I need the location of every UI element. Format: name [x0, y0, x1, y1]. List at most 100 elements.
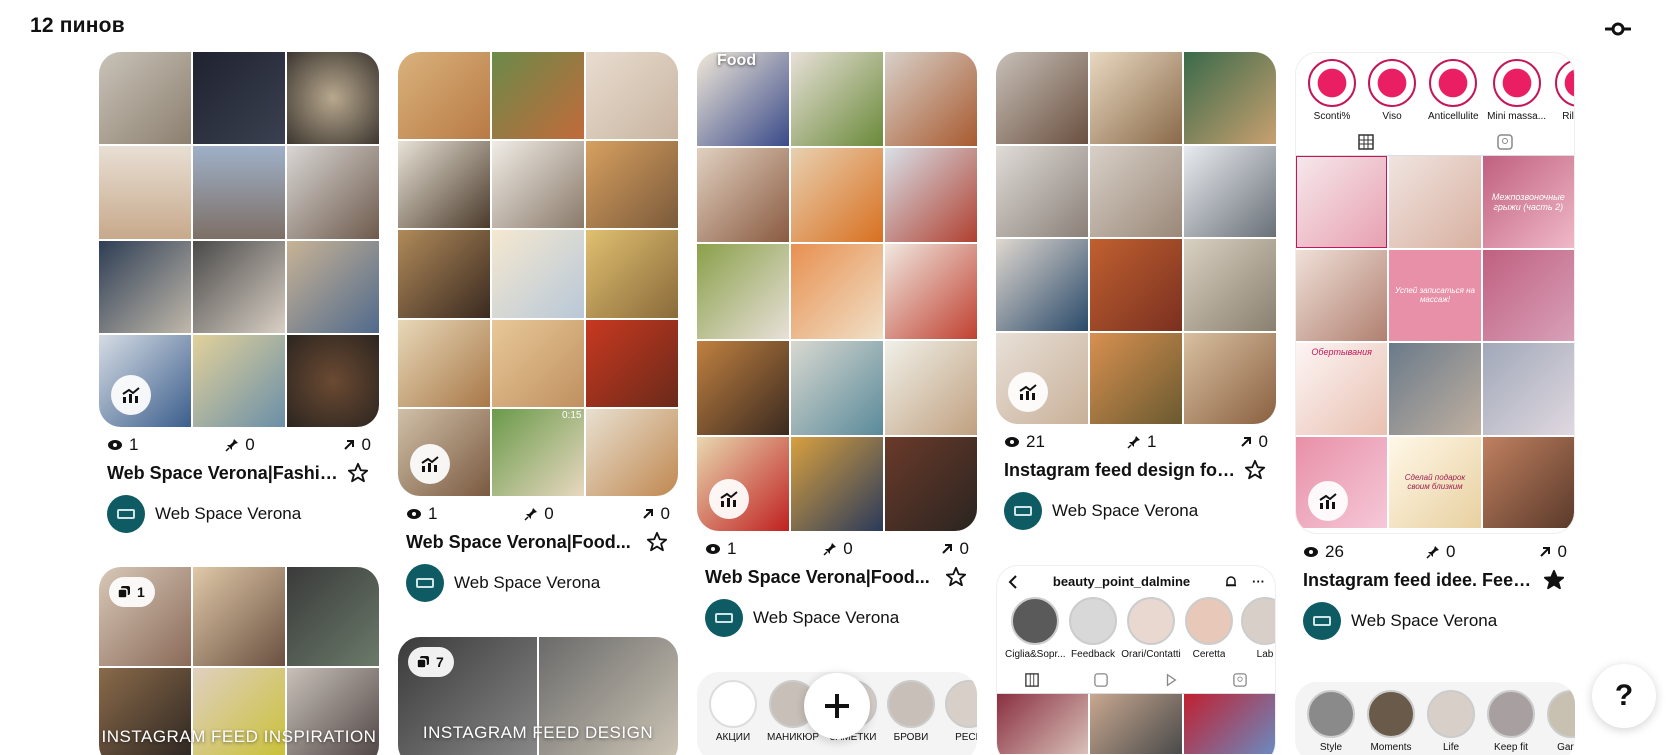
pin-stats: 21 1 0: [996, 424, 1276, 452]
highlight-label: Sconti%: [1313, 111, 1351, 122]
star-icon: [347, 462, 369, 483]
highlight-label: Keep fit: [1494, 742, 1528, 753]
pin-icon: [823, 543, 837, 556]
views-count: 1: [129, 435, 139, 454]
board-count-badge: 7: [408, 647, 454, 677]
saves-count: 1: [1146, 432, 1157, 451]
avatar[interactable]: [1004, 492, 1042, 530]
eye-icon: [1304, 547, 1318, 557]
star-icon: [646, 531, 668, 552]
pin-card-6[interactable]: 1 INSTAGRAM FEED INSPIRATION: [99, 567, 379, 755]
pin-icon: [225, 439, 239, 452]
question-mark-icon: ?: [1614, 679, 1634, 712]
owner-name[interactable]: Web Space Verona: [1052, 501, 1198, 521]
highlight-label: АКЦИИ: [715, 732, 751, 743]
pin-icon: [524, 508, 538, 521]
post-caption: Обертывания: [1311, 347, 1372, 357]
pin-card-7[interactable]: 7 INSTAGRAM FEED DESIGN: [398, 637, 678, 755]
owner-name[interactable]: Web Space Verona: [1351, 611, 1497, 631]
eye-icon: [1005, 437, 1019, 447]
pin-card-10[interactable]: Style Moments Life Keep fit Garda: [1295, 682, 1575, 755]
outbound-count: 0: [660, 504, 670, 523]
views-count: 1: [428, 504, 438, 523]
pin-cover[interactable]: Sconti% Viso Anticellulite Mini massa...…: [1295, 52, 1575, 534]
add-button[interactable]: [804, 673, 870, 739]
more-icon: ···: [1252, 574, 1265, 589]
highlights-row: Sconti% Viso Anticellulite Mini massa...…: [1296, 53, 1574, 122]
highlight-label: Life: [1442, 742, 1460, 753]
reels-icon: [1094, 672, 1109, 687]
favorite-button[interactable]: [943, 564, 969, 590]
highlight-label: Moments: [1370, 742, 1412, 753]
stack-icon: [416, 656, 429, 669]
pin-stats-button[interactable]: [709, 479, 749, 519]
board-count-badge: 1: [109, 577, 155, 607]
outbound-count: 0: [361, 435, 371, 454]
help-button[interactable]: ?: [1592, 664, 1656, 728]
pin-title[interactable]: Web Space Verona|Food...: [705, 567, 930, 588]
filter-button[interactable]: [1598, 16, 1638, 42]
saves-count: 0: [1445, 542, 1456, 561]
pin-icon: [1426, 546, 1439, 559]
pin-card-1[interactable]: 1 0 0 Web Space Verona|Fashion... Web Sp…: [99, 52, 379, 533]
trend-chart-icon: [720, 491, 738, 507]
favorite-button[interactable]: [345, 460, 371, 486]
eye-icon: [706, 544, 720, 554]
back-chevron-icon: [1008, 574, 1017, 589]
pin-title[interactable]: Instagram feed design for...: [1004, 460, 1236, 481]
pin-stats: 1 0 0: [398, 496, 678, 524]
post-caption: Межпозвоночные грыжи (часть 2): [1491, 191, 1565, 212]
avatar[interactable]: [705, 599, 743, 637]
board-count: 1: [137, 584, 145, 600]
trend-chart-icon: [1019, 384, 1037, 400]
pin-title[interactable]: Web Space Verona|Food...: [406, 532, 631, 553]
arrow-up-right-icon: [941, 544, 952, 554]
pin-card-3[interactable]: Food 1 0 0 Web Space Verona|Food... Web …: [697, 52, 977, 637]
stack-icon: [117, 586, 130, 599]
bell-icon: [1226, 575, 1236, 586]
play-icon: [1166, 673, 1177, 686]
pin-cover[interactable]: Food: [697, 52, 977, 531]
profile-handle: beauty_point_dalmine: [1052, 574, 1191, 589]
pin-count-heading: 12 пинов: [30, 14, 125, 37]
pin-icon: [1127, 436, 1140, 449]
pin-card-2[interactable]: 0:15 1 0 0 Web Space Verona|Food... Web …: [398, 52, 678, 602]
favorite-button[interactable]: [1242, 457, 1268, 483]
highlight-label: Style: [1319, 742, 1343, 753]
favorite-button[interactable]: [1541, 567, 1567, 593]
owner-name[interactable]: Web Space Verona: [155, 504, 301, 524]
highlight-label: Ciglia&Sopr...: [1005, 649, 1065, 660]
pin-title[interactable]: Web Space Verona|Fashion...: [107, 463, 339, 484]
pin-cover[interactable]: [99, 52, 379, 427]
trend-chart-icon: [421, 456, 439, 472]
pin-card-4[interactable]: 21 1 0 Instagram feed design for... Web …: [996, 52, 1276, 530]
tagged-icon: [1496, 133, 1513, 150]
favorite-button[interactable]: [644, 529, 670, 555]
avatar[interactable]: [1303, 602, 1341, 640]
tagged-icon: [1233, 672, 1248, 687]
saves-count: 0: [544, 504, 554, 523]
pin-cover[interactable]: 0:15: [398, 52, 678, 496]
pin-stats-button[interactable]: [1308, 481, 1348, 521]
owner-name[interactable]: Web Space Verona: [753, 608, 899, 628]
pin-card-9[interactable]: beauty_point_dalmine ··· Ciglia&Sopr... …: [996, 565, 1276, 755]
pin-stats-button[interactable]: [111, 375, 151, 415]
saves-count: 0: [843, 539, 853, 558]
owner-name[interactable]: Web Space Verona: [454, 573, 600, 593]
pin-title[interactable]: Instagram feed idee. Feed...: [1303, 570, 1535, 591]
eye-icon: [108, 440, 122, 450]
highlight-label: БРОВИ: [893, 732, 929, 743]
pin-stats-button[interactable]: [410, 444, 450, 484]
avatar[interactable]: [406, 564, 444, 602]
grid-icon: [1357, 133, 1374, 150]
saves-count: 0: [245, 435, 255, 454]
avatar[interactable]: [107, 495, 145, 533]
pin-cover[interactable]: [996, 52, 1276, 424]
cover-label: INSTAGRAM FEED DESIGN: [422, 723, 654, 742]
plus-icon: [825, 694, 849, 718]
highlight-label: Orari/Contatti: [1121, 649, 1181, 660]
pin-card-5[interactable]: Sconti% Viso Anticellulite Mini massa...…: [1295, 52, 1575, 640]
cover-label: Food: [717, 52, 757, 69]
pin-stats-button[interactable]: [1008, 372, 1048, 412]
pin-stats: 26 0 0: [1295, 534, 1575, 562]
